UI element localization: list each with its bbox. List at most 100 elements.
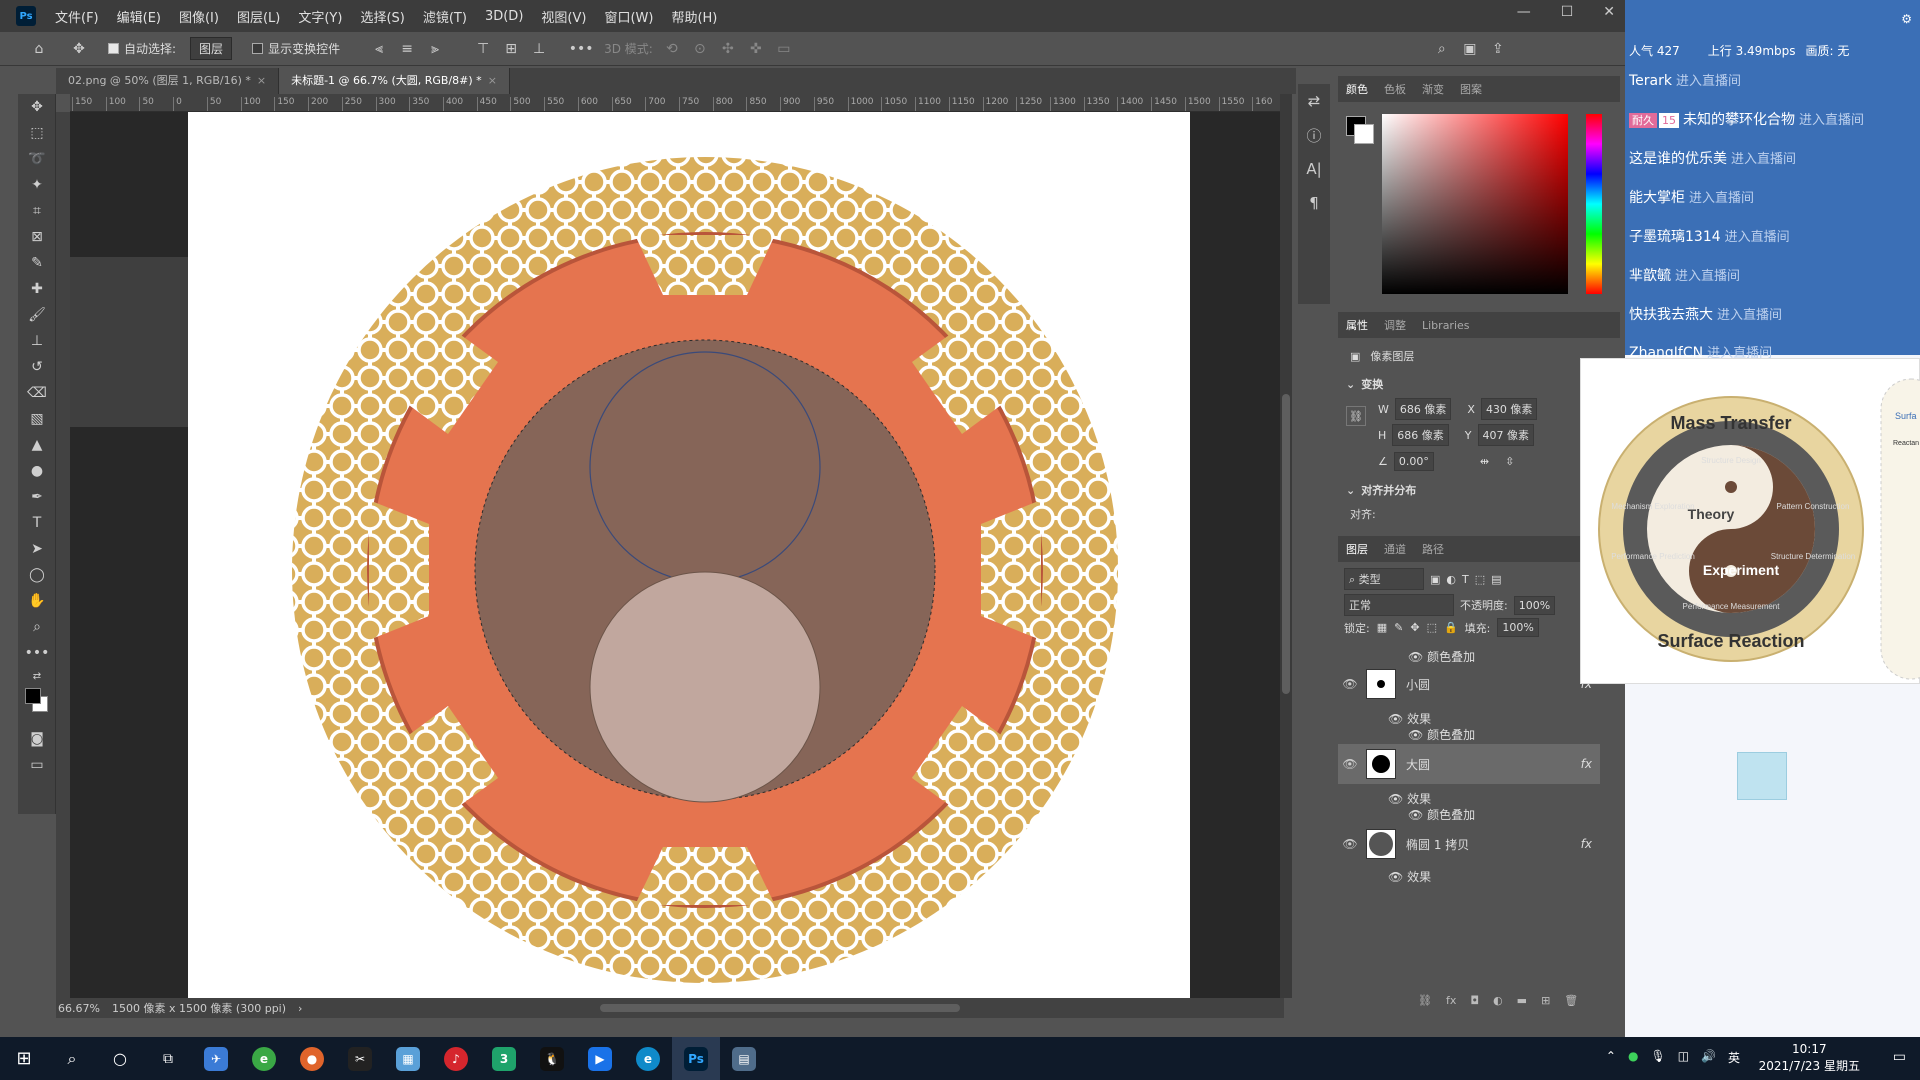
swap-colors-icon[interactable]: ⇄ <box>18 666 56 686</box>
search-icon[interactable]: ⌕ <box>48 1037 96 1080</box>
layer-row[interactable]: 👁 小圆 fx <box>1338 664 1600 704</box>
close-icon[interactable]: × <box>488 74 497 87</box>
cortana-icon[interactable]: ○ <box>96 1037 144 1080</box>
auto-select-dropdown[interactable]: 图层 <box>190 37 233 60</box>
width-field[interactable]: 686 像素 <box>1394 398 1452 420</box>
tab-gradients[interactable]: 渐变 <box>1414 81 1452 97</box>
app-paint-icon[interactable]: ▦ <box>384 1037 432 1080</box>
foreground-color[interactable] <box>25 688 41 704</box>
tab-02png[interactable]: 02.png @ 50% (图层 1, RGB/16) * × <box>56 68 280 94</box>
background-swatch[interactable] <box>1354 124 1374 144</box>
minimize-icon[interactable]: — <box>1517 4 1531 20</box>
more-options-icon[interactable]: ••• <box>569 40 594 58</box>
pen-tool-icon[interactable]: ✒ <box>18 484 56 510</box>
share-icon[interactable]: ⇪ <box>1489 40 1507 58</box>
3d-slide-icon[interactable]: ✜ <box>747 40 765 58</box>
menu-help[interactable]: 帮助(H) <box>662 7 726 26</box>
move-tool-icon[interactable]: ✥ <box>18 94 56 120</box>
layer-filter-dropdown[interactable]: ⌕ 类型 <box>1344 568 1424 590</box>
menu-edit[interactable]: 编辑(E) <box>108 7 170 26</box>
align-bottom-icon[interactable]: ⊥ <box>530 40 548 58</box>
filter-pixel-icon[interactable]: ▣ <box>1430 573 1440 586</box>
lock-artboard-icon[interactable]: ⬚ <box>1427 621 1437 634</box>
show-transform-option[interactable]: 显示变换控件 <box>252 40 340 57</box>
close-icon[interactable]: ✕ <box>1603 4 1615 20</box>
chevron-down-icon[interactable]: ⌄ <box>1346 484 1355 497</box>
app-tencent-meeting-icon[interactable]: ▶ <box>576 1037 624 1080</box>
tab-untitled[interactable]: 未标题-1 @ 66.7% (大圆, RGB/8#) * × <box>279 68 510 94</box>
fill-field[interactable]: 100% <box>1497 618 1539 637</box>
lock-all-icon[interactable]: 🔒 <box>1444 621 1458 634</box>
tab-layers[interactable]: 图层 <box>1338 541 1376 557</box>
hue-slider[interactable] <box>1586 114 1602 294</box>
menu-3d[interactable]: 3D(D) <box>476 9 532 24</box>
layer-row-selected[interactable]: 👁 大圆 fx <box>1338 744 1600 784</box>
wechat-icon[interactable]: ● <box>1628 1049 1638 1066</box>
app-edge-icon[interactable]: e <box>624 1037 672 1080</box>
align-middle-icon[interactable]: ⊞ <box>502 40 520 58</box>
align-center-icon[interactable]: ≡ <box>398 40 416 58</box>
volume-icon[interactable]: 🔊 <box>1701 1049 1716 1066</box>
effects-group[interactable]: 👁 效果 <box>1388 790 1431 807</box>
chevron-down-icon[interactable]: ⌄ <box>1346 378 1355 391</box>
crop-tool-icon[interactable]: ⌗ <box>18 198 56 224</box>
marquee-tool-icon[interactable]: ⬚ <box>18 120 56 146</box>
app-netease-music-icon[interactable]: ♪ <box>432 1037 480 1080</box>
blend-mode-dropdown[interactable]: 正常 <box>1344 594 1454 616</box>
task-view-icon[interactable]: ⧉ <box>144 1037 192 1080</box>
tab-adjustments[interactable]: 调整 <box>1376 317 1414 333</box>
lock-pixels-icon[interactable]: ✎ <box>1394 621 1403 634</box>
link-layers-icon[interactable]: ⛓ <box>1418 994 1432 1007</box>
tab-libraries[interactable]: Libraries <box>1414 319 1478 332</box>
workspace-icon[interactable]: ▣ <box>1461 40 1479 58</box>
menu-type[interactable]: 文字(Y) <box>289 7 351 26</box>
color-swatches[interactable] <box>18 686 55 726</box>
eyedropper-tool-icon[interactable]: ✎ <box>18 250 56 276</box>
link-icon[interactable]: ⛓ <box>1346 406 1366 426</box>
search-icon[interactable]: ⌕ <box>1433 40 1451 58</box>
effect-item[interactable]: 👁 颜色叠加 <box>1408 648 1475 665</box>
blur-tool-icon[interactable]: ▲ <box>18 432 56 458</box>
height-field[interactable]: 686 像素 <box>1392 424 1449 446</box>
align-right-icon[interactable]: ⫸ <box>426 40 444 58</box>
flip-vertical-icon[interactable]: ⇳ <box>1505 455 1514 468</box>
eye-icon[interactable]: 👁 <box>1338 837 1362 851</box>
small-circle[interactable] <box>589 571 821 803</box>
app-browser-icon[interactable]: ● <box>288 1037 336 1080</box>
menu-file[interactable]: 文件(F) <box>46 7 108 26</box>
gear-icon[interactable]: ⚙ <box>1901 12 1912 26</box>
tab-properties[interactable]: 属性 <box>1338 317 1376 333</box>
filter-adjust-icon[interactable]: ◐ <box>1446 573 1456 586</box>
new-group-icon[interactable]: ▬ <box>1517 994 1527 1007</box>
3d-pan-icon[interactable]: ✣ <box>719 40 737 58</box>
x-field[interactable]: 430 像素 <box>1480 398 1538 420</box>
windows-start-icon[interactable]: ⊞ <box>0 1037 48 1080</box>
zoom-tool-icon[interactable]: ⌕ <box>18 614 56 640</box>
3d-roll-icon[interactable]: ⊙ <box>691 40 709 58</box>
app-capcut-icon[interactable]: ✂ <box>336 1037 384 1080</box>
move-tool-icon[interactable]: ✥ <box>70 40 88 58</box>
align-left-icon[interactable]: ⫷ <box>370 40 388 58</box>
fx-icon[interactable]: fx <box>1581 757 1592 771</box>
menu-filter[interactable]: 滤镜(T) <box>414 7 476 26</box>
menu-view[interactable]: 视图(V) <box>532 7 595 26</box>
tab-swatches[interactable]: 色板 <box>1376 81 1414 97</box>
hand-tool-icon[interactable]: ✋ <box>18 588 56 614</box>
microphone-icon[interactable]: 🎙 <box>1650 1049 1665 1066</box>
angle-field[interactable]: 0.00° <box>1393 452 1434 471</box>
app-green-icon[interactable]: 3 <box>480 1037 528 1080</box>
horizontal-scrollbar[interactable] <box>600 1004 960 1012</box>
close-icon[interactable]: × <box>257 74 266 87</box>
auto-select-checkbox[interactable] <box>108 43 119 54</box>
adjustment-layer-icon[interactable]: ◐ <box>1493 994 1503 1007</box>
document-canvas[interactable] <box>188 112 1190 998</box>
ellipse-tool-icon[interactable]: ◯ <box>18 562 56 588</box>
flip-horizontal-icon[interactable]: ⇹ <box>1480 455 1489 468</box>
info-icon[interactable]: ⓘ <box>1298 118 1330 152</box>
effect-item[interactable]: 👁 颜色叠加 <box>1408 806 1475 823</box>
tab-color[interactable]: 颜色 <box>1338 81 1376 97</box>
floating-thumbnail[interactable] <box>1737 752 1787 800</box>
paragraph-icon[interactable]: ¶ <box>1298 186 1330 220</box>
add-mask-icon[interactable]: ◘ <box>1470 994 1479 1007</box>
quality-label[interactable]: 画质: 无 <box>1806 42 1850 59</box>
